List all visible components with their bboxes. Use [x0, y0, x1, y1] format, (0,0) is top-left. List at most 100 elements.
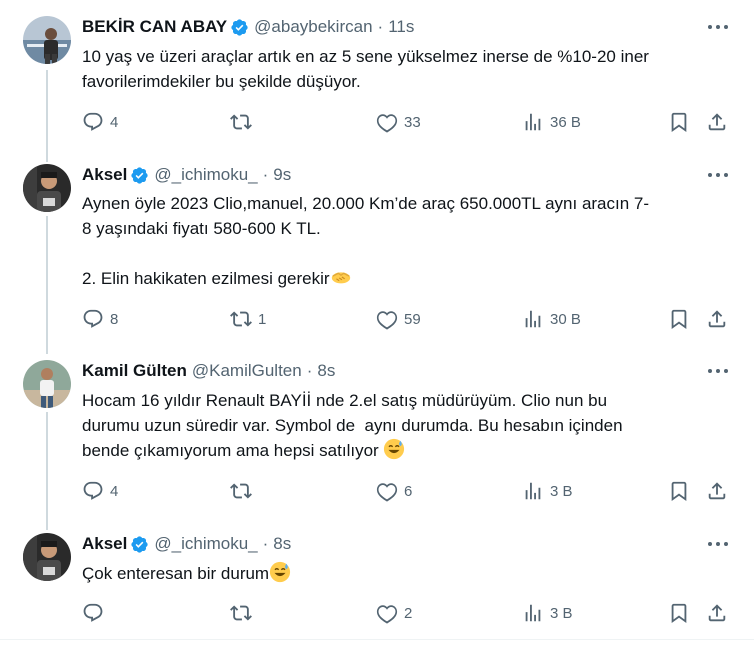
tweet-text-line [82, 241, 736, 266]
view-count: 36 B [550, 113, 581, 131]
repost-icon [230, 311, 252, 327]
share-button[interactable] [706, 478, 728, 504]
sweat-smile-emoji-icon [384, 438, 405, 460]
reply-button[interactable]: 8 [82, 306, 118, 332]
like-button[interactable]: 6 [376, 478, 412, 504]
timestamp[interactable]: 8s [273, 534, 291, 554]
author-handle[interactable]: @_ichimoku_ [154, 534, 257, 554]
action-bar: 4 6 3 B [0, 478, 754, 504]
separator-dot: · [262, 534, 269, 553]
like-count: 33 [404, 113, 421, 131]
repost-button[interactable] [230, 600, 258, 626]
reply-button[interactable] [82, 600, 110, 626]
tweet-text-line: Aynen öyle 2023 Clio,manuel, 20.000 Km’d… [82, 194, 650, 213]
heart-icon [376, 483, 398, 502]
bookmark-icon [671, 481, 687, 502]
timestamp[interactable]: 8s [317, 361, 335, 381]
views-button[interactable]: 30 B [522, 306, 581, 332]
author-handle[interactable]: @KamilGulten [192, 361, 302, 381]
author-name[interactable]: BEKİR CAN ABAY [82, 17, 227, 37]
timestamp[interactable]: 9s [273, 165, 291, 185]
bookmark-button[interactable] [668, 306, 690, 332]
timestamp[interactable]: 11s [388, 17, 414, 37]
more-options-icon[interactable] [708, 18, 728, 36]
views-chart-icon [525, 604, 541, 622]
reply-icon [83, 481, 103, 500]
bookmark-button[interactable] [668, 478, 690, 504]
repost-button[interactable] [230, 478, 258, 504]
views-chart-icon [525, 482, 541, 500]
tweet-text-line: bende çıkamıyorum ama hepsi satılıyor [82, 438, 736, 463]
reply-button[interactable]: 4 [82, 109, 118, 135]
repost-button[interactable]: 1 [230, 306, 266, 332]
avatar[interactable] [23, 164, 71, 212]
divider [0, 639, 754, 640]
views-button[interactable]: 3 B [522, 478, 573, 504]
view-count: 3 B [550, 482, 573, 500]
author-name[interactable]: Kamil Gülten [82, 361, 187, 381]
tweet-text-line: 8 yaşındaki fiyatı 580-600 K TL. [82, 219, 321, 238]
tweet-text-line: durumu uzun süredir var. Symbol de aynı … [82, 416, 623, 435]
share-button[interactable] [706, 600, 728, 626]
thread-line [46, 216, 48, 354]
author-name[interactable]: Aksel [82, 165, 127, 185]
tweet-text-line: 2. Elin hakikaten ezilmesi gerekir [82, 266, 736, 291]
sweat-smile-emoji-icon [270, 561, 291, 583]
action-bar: 2 3 B [0, 600, 754, 626]
views-button[interactable]: 36 B [522, 109, 581, 135]
repost-icon [230, 605, 252, 621]
repost-button[interactable] [230, 109, 258, 135]
repost-icon [230, 114, 252, 130]
reply-count: 8 [110, 310, 119, 328]
tweet-text: Aynen öyle 2023 Clio,manuel, 20.000 Km’d… [82, 191, 736, 291]
like-count: 6 [404, 482, 413, 500]
like-count: 59 [404, 310, 421, 328]
share-button[interactable] [706, 109, 728, 135]
more-options-icon[interactable] [708, 362, 728, 380]
bookmark-button[interactable] [668, 600, 690, 626]
tweet-text-line: 10 yaş ve üzeri araçlar artık en az 5 se… [82, 47, 649, 66]
avatar[interactable] [23, 360, 71, 408]
bookmark-icon [671, 112, 687, 133]
like-button[interactable]: 59 [376, 306, 421, 332]
like-count: 2 [404, 604, 413, 622]
separator-dot: · [377, 17, 384, 36]
like-button[interactable]: 2 [376, 600, 412, 626]
avatar[interactable] [23, 533, 71, 581]
bookmark-button[interactable] [668, 109, 690, 135]
share-icon [708, 113, 726, 131]
tweet-text-segment: Çok enteresan bir durum [82, 564, 270, 583]
avatar[interactable] [23, 16, 71, 64]
tweet-text: 10 yaş ve üzeri araçlar artık en az 5 se… [82, 44, 736, 94]
tweet-text-line: Çok enteresan bir durum [82, 561, 736, 586]
views-chart-icon [525, 113, 541, 131]
thread-line [46, 412, 48, 530]
view-count: 3 B [550, 604, 573, 622]
bookmark-icon [671, 603, 687, 624]
heart-icon [376, 605, 398, 624]
share-icon [708, 310, 726, 328]
heart-icon [376, 114, 398, 133]
more-options-icon[interactable] [708, 535, 728, 553]
reply-count: 4 [110, 482, 119, 500]
separator-dot: · [306, 361, 313, 380]
reply-icon [83, 112, 103, 131]
reply-icon [83, 603, 103, 622]
like-button[interactable]: 33 [376, 109, 421, 135]
reply-button[interactable]: 4 [82, 478, 118, 504]
more-options-icon[interactable] [708, 166, 728, 184]
separator-dot: · [262, 165, 269, 184]
author-name[interactable]: Aksel [82, 534, 127, 554]
repost-count: 1 [258, 310, 267, 328]
tweet-text-segment: 2. Elin hakikaten ezilmesi gerekir [82, 269, 330, 288]
handshake-emoji-icon [331, 272, 350, 284]
repost-icon [230, 483, 252, 499]
views-button[interactable]: 3 B [522, 600, 573, 626]
author-handle[interactable]: @abaybekircan [254, 17, 372, 37]
share-icon [708, 604, 726, 622]
verified-badge-icon [131, 166, 148, 184]
verified-badge-icon [231, 18, 248, 36]
author-handle[interactable]: @_ichimoku_ [154, 165, 257, 185]
tweet-text: Çok enteresan bir durum [82, 561, 736, 586]
share-button[interactable] [706, 306, 728, 332]
